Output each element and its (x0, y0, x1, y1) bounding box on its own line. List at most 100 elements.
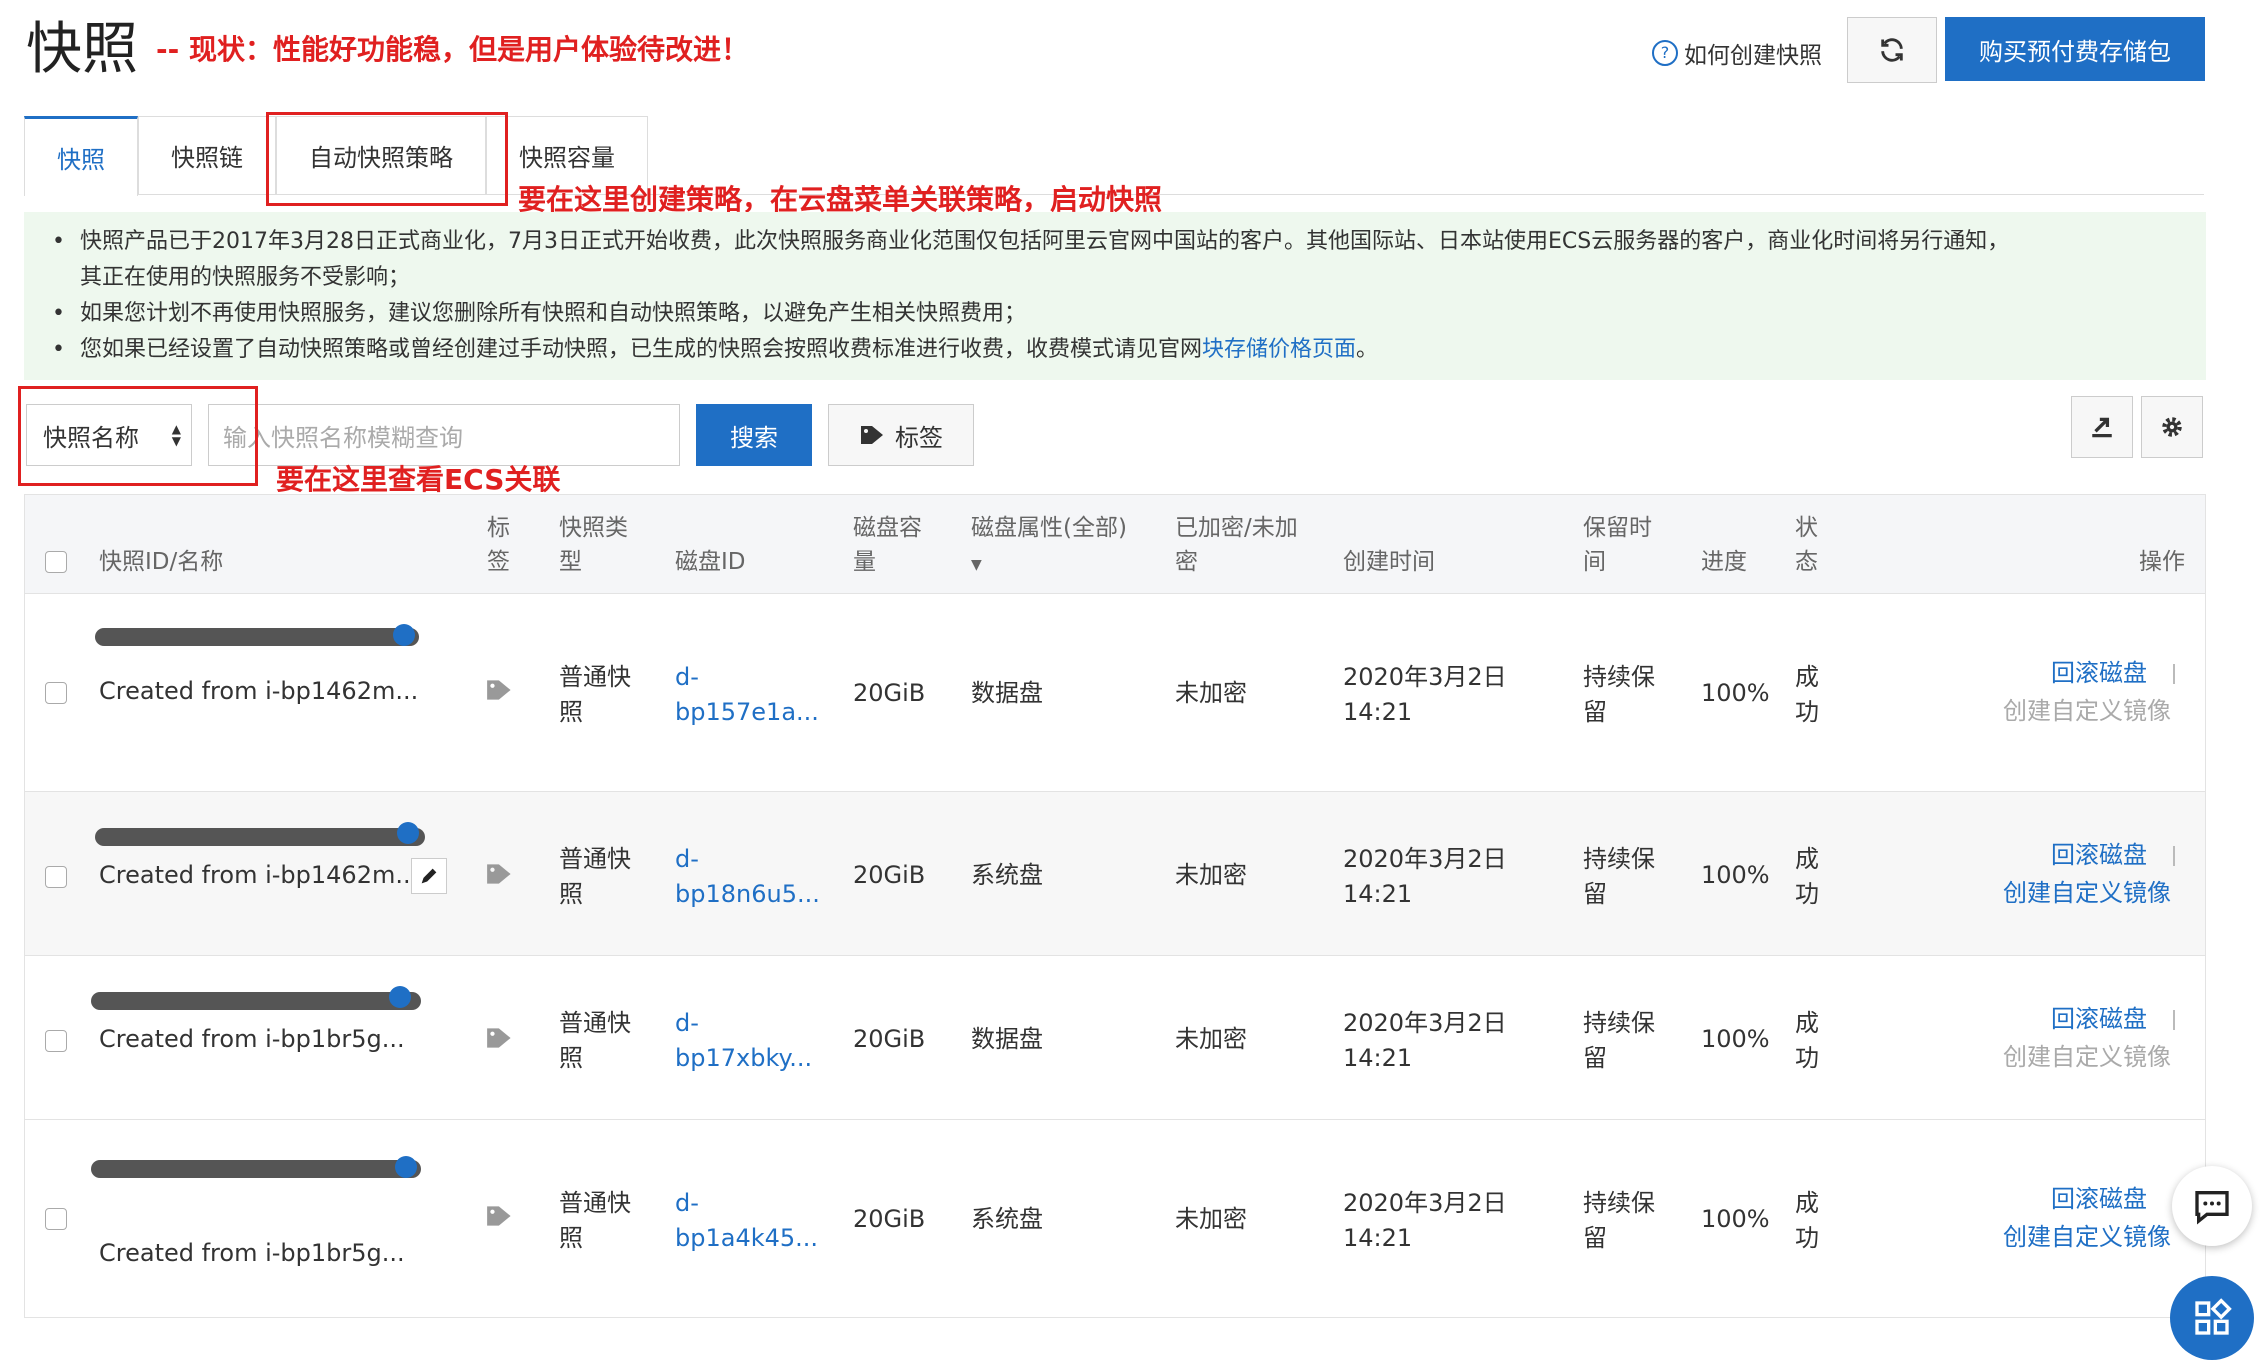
chat-icon (2195, 1191, 2229, 1225)
ops-separator (2173, 1010, 2175, 1030)
tag-filter-button[interactable]: 标签 (828, 404, 974, 466)
redacted-snapshot-id (91, 992, 421, 1010)
encryption-status: 未加密 (1175, 679, 1247, 707)
create-image-link[interactable]: 创建自定义镜像 (2003, 876, 2171, 911)
col-header-retention: 保留时间 (1583, 515, 1652, 575)
disk-capacity: 20GiB (853, 1205, 926, 1233)
col-header-ops: 操作 (2139, 549, 2185, 575)
ecs-annotation: 要在这里查看ECS关联 (276, 463, 561, 496)
disk-id-link[interactable]: d-bp17xbky... (675, 1006, 812, 1076)
search-button[interactable]: 搜索 (696, 404, 812, 466)
tag-icon[interactable] (485, 1202, 517, 1230)
refresh-button[interactable] (1847, 17, 1937, 83)
gear-icon (2162, 417, 2182, 437)
col-header-disk-attr[interactable]: 磁盘属性(全部) ▼ (971, 511, 1127, 582)
title-annotation: -- 现状：性能好功能稳，但是用户体验待改进！ (156, 33, 749, 66)
export-button[interactable] (2071, 396, 2133, 458)
created-time: 2020年3月2日 14:21 (1343, 1189, 1507, 1252)
snapshot-description: Created from i-bp1462m... (99, 861, 419, 889)
snapshot-description: Created from i-bp1462m... (99, 677, 419, 705)
rollback-disk-link[interactable]: 回滚磁盘 (2051, 656, 2147, 691)
buy-storage-package-button[interactable]: 购买预付费存储包 (1945, 17, 2205, 81)
encryption-status: 未加密 (1175, 1025, 1247, 1053)
rollback-disk-link[interactable]: 回滚磁盘 (2051, 838, 2147, 873)
disk-capacity: 20GiB (853, 1025, 926, 1053)
ops-separator (2173, 846, 2175, 866)
tab-snapshot-chain[interactable]: 快照链 (138, 116, 276, 194)
disk-attr: 系统盘 (971, 1205, 1043, 1233)
status: 成功 (1795, 845, 1819, 908)
snapshot-description: Created from i-bp1br5g... (99, 1239, 405, 1267)
notice-item: 您如果已经设置了自动快照策略或曾经创建过手动快照，已生成的快照会按照收费标准进行… (52, 332, 2186, 368)
progress: 100% (1701, 1025, 1770, 1053)
col-header-status: 状态 (1795, 515, 1818, 575)
rollback-disk-link[interactable]: 回滚磁盘 (2051, 1002, 2147, 1037)
highlight-box-filter (18, 386, 258, 486)
table-row: Created from i-bp1br5g... 普通快照 d-bp1a4k4… (24, 1120, 2206, 1318)
page-title: 快照 (26, 17, 138, 82)
disk-capacity: 20GiB (853, 861, 926, 889)
highlight-box-policy-tab (266, 112, 508, 206)
row-checkbox[interactable] (45, 866, 67, 888)
tag-icon (861, 426, 883, 444)
retention: 持续保留 (1583, 663, 1655, 726)
status: 成功 (1795, 663, 1819, 726)
disk-attr: 系统盘 (971, 861, 1043, 889)
rollback-disk-link[interactable]: 回滚磁盘 (2051, 1182, 2147, 1217)
row-checkbox[interactable] (45, 1208, 67, 1230)
col-header-id: 快照ID/名称 (99, 549, 224, 575)
grid-icon (2195, 1298, 2232, 1335)
edit-name-button[interactable] (411, 858, 447, 894)
feedback-button[interactable] (2172, 1166, 2252, 1246)
col-header-tag: 标签 (487, 515, 510, 575)
snapshot-type: 普通快照 (559, 1189, 631, 1252)
disk-id-link[interactable]: d-bp157e1a... (675, 660, 819, 730)
created-time: 2020年3月2日 14:21 (1343, 1009, 1507, 1072)
disk-attr: 数据盘 (971, 679, 1043, 707)
tag-button-label: 标签 (895, 423, 943, 452)
info-icon[interactable] (389, 986, 411, 1008)
info-icon[interactable] (393, 624, 415, 646)
col-header-type: 快照类型 (559, 515, 628, 575)
notice-item: 快照产品已于2017年3月28日正式商业化，7月3日正式开始收费，此次快照服务商… (52, 224, 2186, 296)
settings-button[interactable] (2141, 396, 2203, 458)
redacted-snapshot-id (95, 828, 425, 846)
retention: 持续保留 (1583, 845, 1655, 908)
col-header-created: 创建时间 (1343, 549, 1435, 575)
disk-id-link[interactable]: d-bp1a4k45... (675, 1186, 818, 1256)
row-checkbox[interactable] (45, 682, 67, 704)
col-header-disk-id: 磁盘ID (675, 549, 746, 575)
encryption-status: 未加密 (1175, 861, 1247, 889)
pricing-link[interactable]: 块存储价格页面 (1202, 337, 1356, 362)
snapshot-description: Created from i-bp1br5g... (99, 1025, 405, 1053)
refresh-icon (1881, 38, 1903, 62)
create-image-link[interactable]: 创建自定义镜像 (2003, 1220, 2171, 1255)
snapshot-type: 普通快照 (559, 1009, 631, 1072)
pencil-icon (421, 868, 437, 884)
disk-capacity: 20GiB (853, 679, 926, 707)
created-time: 2020年3月2日 14:21 (1343, 663, 1507, 726)
disk-id-link[interactable]: d-bp18n6u5... (675, 842, 820, 912)
row-checkbox[interactable] (45, 1030, 67, 1052)
retention: 持续保留 (1583, 1009, 1655, 1072)
tag-icon[interactable] (485, 676, 517, 704)
search-input[interactable]: 输入快照名称模糊查询 (208, 404, 680, 466)
status: 成功 (1795, 1189, 1819, 1252)
status: 成功 (1795, 1009, 1819, 1072)
ops-separator (2173, 664, 2175, 684)
info-icon[interactable] (395, 1156, 417, 1178)
app-launcher-button[interactable] (2170, 1276, 2254, 1360)
tag-icon[interactable] (485, 1024, 517, 1052)
redacted-snapshot-id (95, 628, 419, 646)
info-icon[interactable] (397, 822, 419, 844)
tag-icon[interactable] (485, 860, 517, 888)
notice-item: 如果您计划不再使用快照服务，建议您删除所有快照和自动快照策略，以避免产生相关快照… (52, 296, 2186, 332)
col-header-capacity: 磁盘容量 (853, 515, 922, 575)
select-all-checkbox[interactable] (45, 551, 67, 573)
table-row: Created from i-bp1462m... 普通快照 d-bp18n6u… (24, 792, 2206, 956)
encryption-status: 未加密 (1175, 1205, 1247, 1233)
progress: 100% (1701, 1205, 1770, 1233)
help-link[interactable]: ? 如何创建快照 (1652, 36, 1822, 70)
tab-snapshots[interactable]: 快照 (24, 116, 138, 196)
col-header-encrypted: 已加密/未加密 (1175, 515, 1298, 575)
